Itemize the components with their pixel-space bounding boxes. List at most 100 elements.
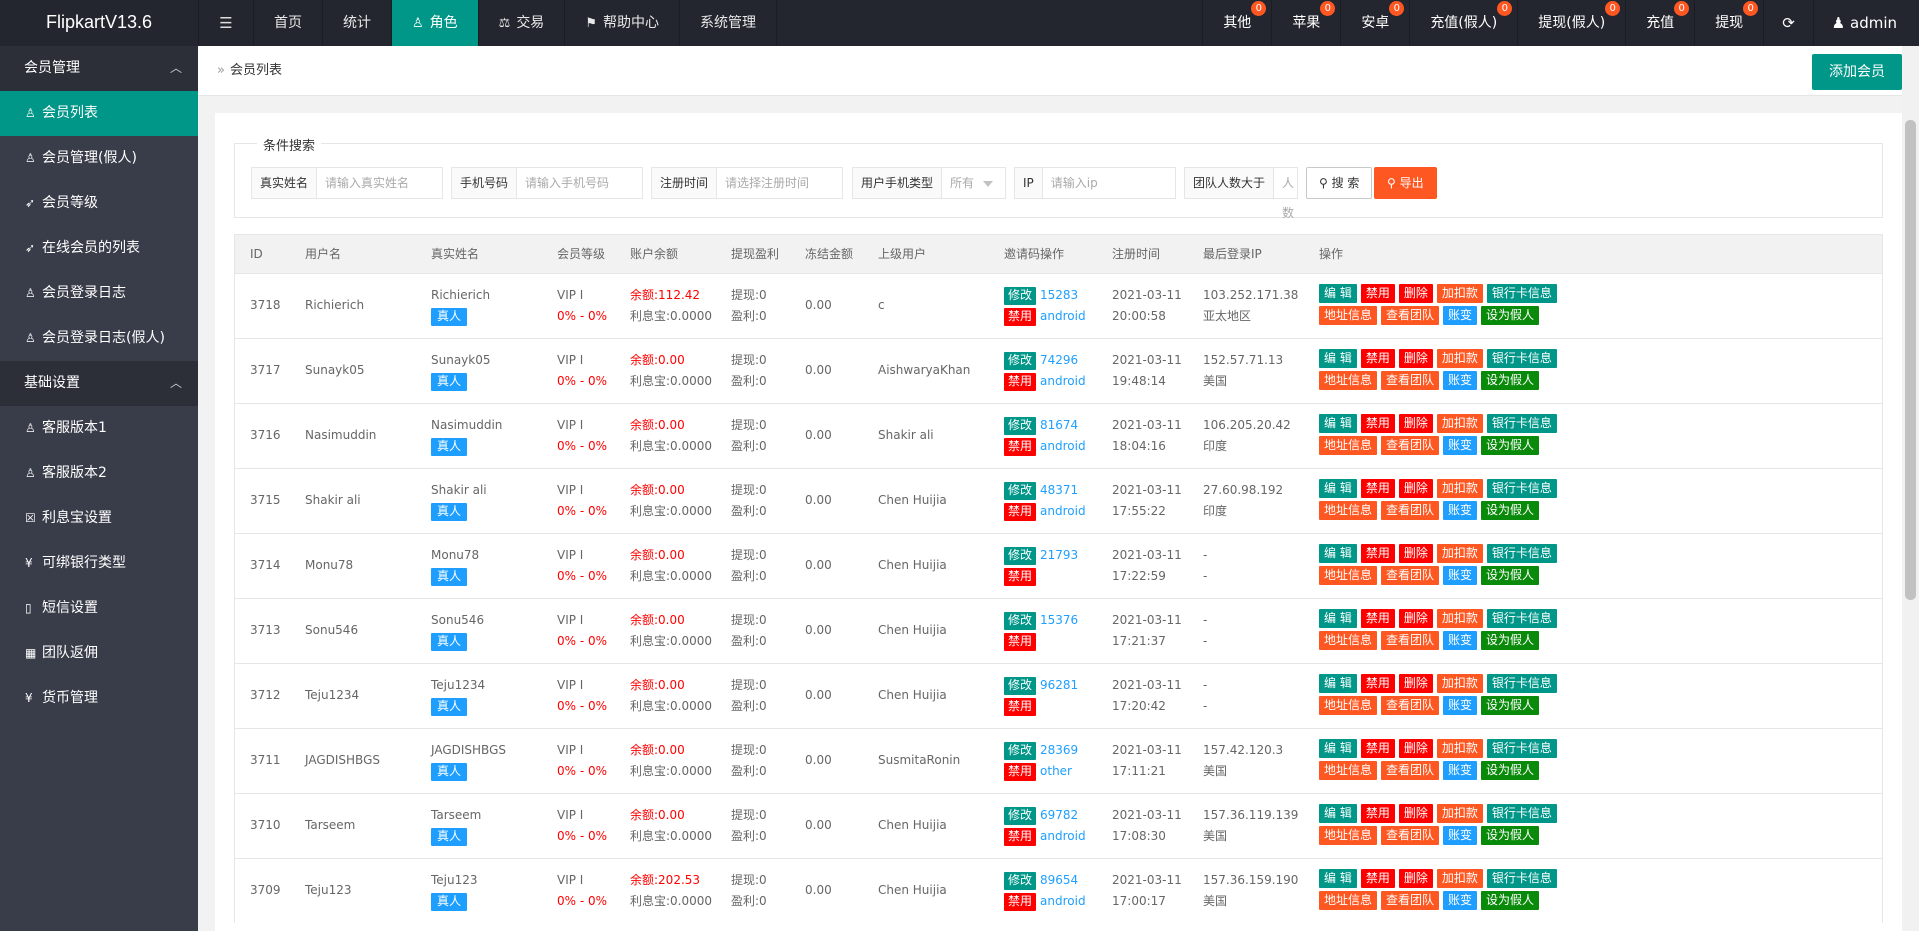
set-fake-button[interactable]: 设为假人 — [1481, 370, 1540, 390]
address-button[interactable]: 地址信息 — [1319, 825, 1378, 845]
edit-button[interactable]: 编 辑 — [1319, 868, 1357, 888]
edit-button[interactable]: 编 辑 — [1319, 803, 1357, 823]
set-fake-button[interactable]: 设为假人 — [1481, 695, 1540, 715]
field-placeholder[interactable]: 请输入真实姓名 — [317, 168, 409, 198]
admin-menu[interactable]: ♟ admin — [1812, 0, 1919, 46]
address-button[interactable]: 地址信息 — [1319, 565, 1378, 585]
bank-card-button[interactable]: 银行卡信息 — [1486, 673, 1557, 693]
sidebar-item-1-5[interactable]: ▦ 团队返佣 — [0, 631, 198, 676]
invite-code[interactable]: 81674 — [1040, 418, 1078, 432]
menu-toggle-icon[interactable]: ☰ — [198, 0, 254, 46]
bank-card-button[interactable]: 银行卡信息 — [1486, 543, 1557, 563]
delete-button[interactable]: 删除 — [1398, 478, 1433, 498]
set-fake-button[interactable]: 设为假人 — [1481, 890, 1540, 910]
adjust-balance-button[interactable]: 加扣款 — [1436, 738, 1483, 758]
bank-card-button[interactable]: 银行卡信息 — [1486, 348, 1557, 368]
set-fake-button[interactable]: 设为假人 — [1481, 630, 1540, 650]
invite-code[interactable]: 96281 — [1040, 678, 1078, 692]
adjust-balance-button[interactable]: 加扣款 — [1436, 348, 1483, 368]
disable-button[interactable]: 禁用 — [1360, 413, 1395, 433]
nav-item-0[interactable]: 首页 — [254, 0, 323, 46]
vertical-scrollbar[interactable] — [1902, 46, 1919, 931]
set-fake-button[interactable]: 设为假人 — [1481, 305, 1540, 325]
device-type-select[interactable]: 用户手机类型 所有 — [852, 167, 1006, 199]
disable-code-button[interactable]: 禁用 — [1004, 372, 1037, 391]
disable-button[interactable]: 禁用 — [1360, 608, 1395, 628]
bank-card-button[interactable]: 银行卡信息 — [1486, 413, 1557, 433]
address-button[interactable]: 地址信息 — [1319, 305, 1378, 325]
invite-code[interactable]: 15376 — [1040, 613, 1078, 627]
bank-card-button[interactable]: 银行卡信息 — [1486, 738, 1557, 758]
sidebar-item-1-4[interactable]: ▯ 短信设置 — [0, 586, 198, 631]
phone-field[interactable]: 手机号码 请输入手机号码 — [451, 167, 643, 199]
edit-code-button[interactable]: 修改 — [1004, 611, 1037, 630]
adjust-balance-button[interactable]: 加扣款 — [1436, 803, 1483, 823]
balance-log-button[interactable]: 账变 — [1443, 305, 1478, 325]
disable-button[interactable]: 禁用 — [1360, 543, 1395, 563]
disable-button[interactable]: 禁用 — [1360, 478, 1395, 498]
disable-button[interactable]: 禁用 — [1360, 868, 1395, 888]
adjust-balance-button[interactable]: 加扣款 — [1436, 413, 1483, 433]
nav-item-4[interactable]: ⚑ 帮助中心 — [565, 0, 680, 46]
edit-code-button[interactable]: 修改 — [1004, 546, 1037, 565]
delete-button[interactable]: 删除 — [1398, 738, 1433, 758]
view-team-button[interactable]: 查看团队 — [1381, 565, 1440, 585]
adjust-balance-button[interactable]: 加扣款 — [1436, 283, 1483, 303]
sidebar-group-1[interactable]: 基础设置 ︿ — [0, 361, 198, 406]
edit-code-button[interactable]: 修改 — [1004, 676, 1037, 695]
view-team-button[interactable]: 查看团队 — [1381, 695, 1440, 715]
balance-log-button[interactable]: 账变 — [1443, 435, 1478, 455]
balance-log-button[interactable]: 账变 — [1443, 695, 1478, 715]
balance-log-button[interactable]: 账变 — [1443, 890, 1478, 910]
refresh-icon[interactable]: ⟳ — [1763, 0, 1813, 46]
address-button[interactable]: 地址信息 — [1319, 500, 1378, 520]
adjust-balance-button[interactable]: 加扣款 — [1436, 543, 1483, 563]
add-member-button[interactable]: 添加会员 — [1812, 54, 1902, 90]
bank-card-button[interactable]: 银行卡信息 — [1486, 283, 1557, 303]
nav-item-2[interactable]: ♙ 角色 — [392, 0, 479, 46]
disable-code-button[interactable]: 禁用 — [1004, 437, 1037, 456]
edit-code-button[interactable]: 修改 — [1004, 481, 1037, 500]
search-button[interactable]: ⚲ 搜 索 — [1306, 167, 1373, 199]
balance-log-button[interactable]: 账变 — [1443, 825, 1478, 845]
edit-code-button[interactable]: 修改 — [1004, 286, 1037, 305]
bank-card-button[interactable]: 银行卡信息 — [1486, 608, 1557, 628]
delete-button[interactable]: 删除 — [1398, 868, 1433, 888]
edit-code-button[interactable]: 修改 — [1004, 871, 1037, 890]
invite-code[interactable]: 28369 — [1040, 743, 1078, 757]
delete-button[interactable]: 删除 — [1398, 413, 1433, 433]
edit-button[interactable]: 编 辑 — [1319, 738, 1357, 758]
right-nav-item-0[interactable]: 其他 0 — [1202, 0, 1271, 46]
set-fake-button[interactable]: 设为假人 — [1481, 760, 1540, 780]
edit-button[interactable]: 编 辑 — [1319, 283, 1357, 303]
set-fake-button[interactable]: 设为假人 — [1481, 500, 1540, 520]
nav-item-1[interactable]: 统计 — [323, 0, 392, 46]
view-team-button[interactable]: 查看团队 — [1381, 435, 1440, 455]
disable-code-button[interactable]: 禁用 — [1004, 502, 1037, 521]
edit-button[interactable]: 编 辑 — [1319, 673, 1357, 693]
address-button[interactable]: 地址信息 — [1319, 370, 1378, 390]
right-nav-item-5[interactable]: 充值 0 — [1625, 0, 1694, 46]
sidebar-item-1-3[interactable]: ¥ 可绑银行类型 — [0, 541, 198, 586]
scrollbar-thumb[interactable] — [1905, 120, 1916, 600]
balance-log-button[interactable]: 账变 — [1443, 565, 1478, 585]
address-button[interactable]: 地址信息 — [1319, 435, 1378, 455]
right-nav-item-1[interactable]: 苹果 0 — [1271, 0, 1340, 46]
invite-code[interactable]: 48371 — [1040, 483, 1078, 497]
view-team-button[interactable]: 查看团队 — [1381, 760, 1440, 780]
delete-button[interactable]: 删除 — [1398, 283, 1433, 303]
view-team-button[interactable]: 查看团队 — [1381, 825, 1440, 845]
bank-card-button[interactable]: 银行卡信息 — [1486, 803, 1557, 823]
set-fake-button[interactable]: 设为假人 — [1481, 435, 1540, 455]
address-button[interactable]: 地址信息 — [1319, 890, 1378, 910]
sidebar-item-1-2[interactable]: ☒ 利息宝设置 — [0, 496, 198, 541]
sidebar-item-0-1[interactable]: ♙ 会员管理(假人) — [0, 136, 198, 181]
set-fake-button[interactable]: 设为假人 — [1481, 565, 1540, 585]
set-fake-button[interactable]: 设为假人 — [1481, 825, 1540, 845]
team-size-field[interactable]: 团队人数大于 人数 — [1184, 167, 1298, 220]
view-team-button[interactable]: 查看团队 — [1381, 630, 1440, 650]
invite-code[interactable]: 69782 — [1040, 808, 1078, 822]
adjust-balance-button[interactable]: 加扣款 — [1436, 673, 1483, 693]
disable-button[interactable]: 禁用 — [1360, 673, 1395, 693]
adjust-balance-button[interactable]: 加扣款 — [1436, 608, 1483, 628]
